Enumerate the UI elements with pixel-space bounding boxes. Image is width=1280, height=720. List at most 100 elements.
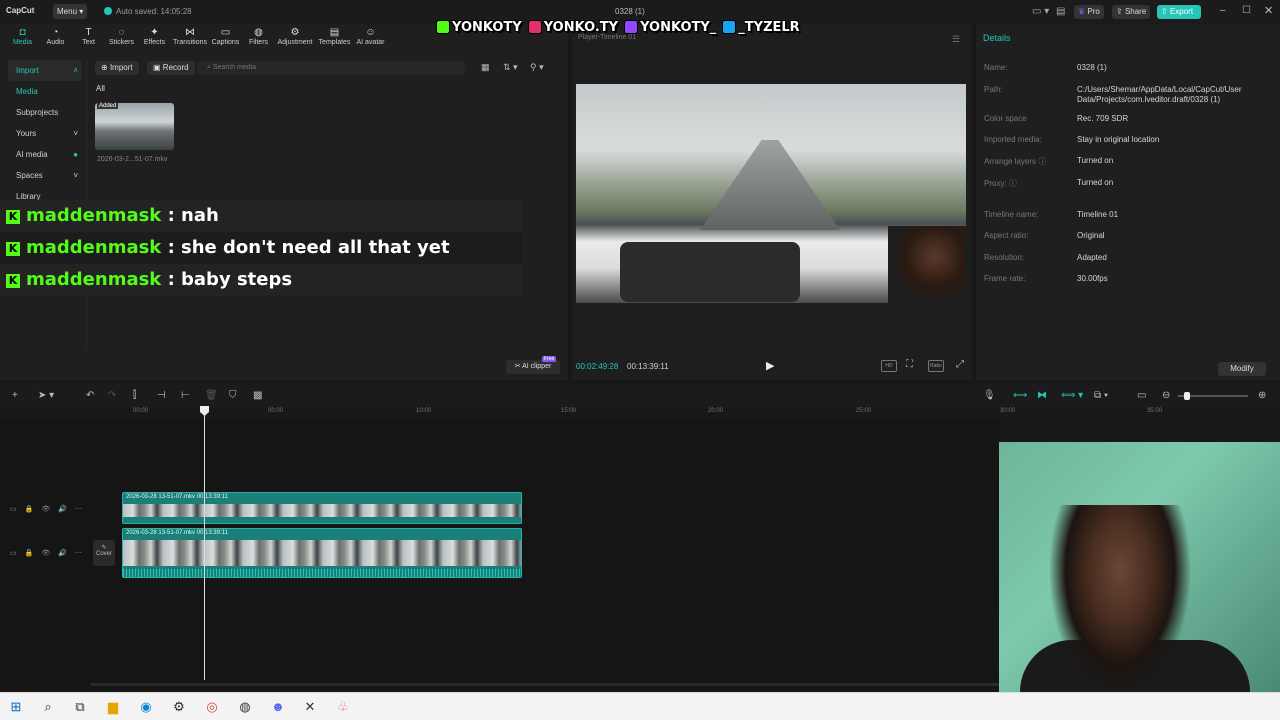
media-thumbnail[interactable]: Added bbox=[95, 103, 174, 150]
marker-icon[interactable]: ⛉ bbox=[229, 390, 237, 401]
ai-clipper-button[interactable]: ✂ AI clipper bbox=[506, 360, 560, 374]
nav-ai-media[interactable]: AI media ● bbox=[8, 144, 82, 165]
tool-tab-stickers[interactable]: ◌ Stickers bbox=[105, 27, 138, 46]
tool-tab-templates[interactable]: ▤ Templates bbox=[315, 27, 354, 46]
export-button[interactable]: ⇧ Export bbox=[1157, 5, 1201, 19]
tool-tab-media[interactable]: ◘ Media bbox=[6, 27, 39, 46]
maximize-icon[interactable]: ☐ bbox=[1242, 5, 1251, 16]
nav-spaces[interactable]: Spaces ˅ bbox=[8, 165, 82, 186]
nav-subprojects[interactable]: Subprojects bbox=[8, 102, 82, 123]
delete-icon[interactable]: 🗑 bbox=[205, 390, 218, 401]
audio-icon[interactable]: 🔊 bbox=[58, 549, 67, 557]
layout-icon[interactable]: ▭ ▾ bbox=[1028, 5, 1053, 19]
app-icon[interactable]: ♧ bbox=[335, 699, 351, 715]
grid-view-icon[interactable]: ▦ bbox=[481, 62, 490, 73]
video-clip[interactable]: 2026-03-28 13-51-07.mkv 00:13:39:11 bbox=[122, 492, 522, 524]
sort-icon[interactable]: ⇅ ▾ bbox=[503, 62, 518, 73]
caption-icon[interactable]: ▭ bbox=[1137, 390, 1146, 401]
fit-icon[interactable]: ⛶ bbox=[906, 359, 913, 370]
nav-import-label: Import bbox=[16, 66, 39, 75]
pro-button[interactable]: ♛ Pro bbox=[1074, 5, 1104, 19]
quality-icon[interactable]: HD bbox=[881, 360, 897, 372]
social-text: YONKOTY_ bbox=[640, 19, 717, 35]
record-button[interactable]: ▣ Record bbox=[147, 61, 195, 75]
crop-icon[interactable]: ▩ bbox=[253, 390, 262, 401]
tool-tab-audio[interactable]: ◔ Audio bbox=[39, 27, 72, 46]
zoom-out-icon[interactable]: ⊖ bbox=[1162, 390, 1170, 401]
fullscreen-icon[interactable]: ⤢ bbox=[956, 359, 964, 370]
cover-button[interactable]: ✎ Cover bbox=[93, 540, 115, 566]
details-panel bbox=[976, 24, 1280, 380]
video-streamer-cam bbox=[888, 226, 966, 303]
snap-icon[interactable]: ⧓ bbox=[1037, 390, 1047, 401]
track-thumb-icon[interactable]: ▭ bbox=[10, 549, 17, 557]
more-icon[interactable]: ⋯ bbox=[75, 505, 82, 513]
menu-icon[interactable]: ☰ bbox=[952, 34, 960, 45]
nav-yours[interactable]: Yours ˅ bbox=[8, 123, 82, 144]
tool-tab-filters[interactable]: ◍ Filters bbox=[242, 27, 275, 46]
ruler-tick: 00:00 bbox=[133, 408, 149, 414]
zoom-slider-handle[interactable] bbox=[1184, 392, 1190, 400]
eye-icon[interactable]: 👁 bbox=[41, 505, 50, 513]
filter-all[interactable]: All bbox=[96, 84, 105, 93]
split-left-icon[interactable]: ⊣ bbox=[157, 390, 166, 401]
social-text: YONKO.TY bbox=[543, 19, 619, 35]
capcut-icon[interactable]: ✕ bbox=[302, 699, 318, 715]
chrome-icon[interactable]: ◎ bbox=[204, 699, 220, 715]
ratio-icon[interactable]: Ratio bbox=[928, 360, 944, 372]
minimize-icon[interactable]: – bbox=[1220, 5, 1226, 16]
timeline-ruler[interactable]: 00:00 00:00 10:00 15:00 20:00 25:00 30:00 35:00 bbox=[90, 408, 1162, 420]
nav-import[interactable]: Import ˄ bbox=[8, 60, 82, 81]
search-taskbar-icon[interactable]: ⌕ bbox=[40, 699, 56, 715]
audio-icon[interactable]: 🔊 bbox=[58, 505, 67, 513]
discord-icon[interactable]: ☻ bbox=[270, 699, 286, 715]
zoom-in-icon[interactable]: ⊕ bbox=[1258, 390, 1266, 401]
redo-icon[interactable]: ↷ bbox=[108, 390, 116, 401]
filter-icon[interactable]: ⚲ ▾ bbox=[530, 62, 544, 73]
obs-icon[interactable]: ◍ bbox=[237, 699, 253, 715]
tool-tab-effects[interactable]: ✦ Effects bbox=[138, 27, 171, 46]
tool-tab-captions[interactable]: ▭ Captions bbox=[209, 27, 242, 46]
shortcuts-icon[interactable]: ▤ bbox=[1052, 5, 1069, 19]
play-icon[interactable]: ▶ bbox=[766, 360, 776, 372]
video-clip-main[interactable]: 2026-03-28 13-51-07.mkv 00:13:39:11 bbox=[122, 528, 522, 578]
split-icon[interactable]: ⫿ bbox=[133, 390, 136, 401]
file-explorer-icon[interactable]: ▆ bbox=[105, 699, 121, 715]
playhead[interactable] bbox=[204, 408, 205, 680]
add-track-icon[interactable]: + bbox=[12, 390, 18, 401]
close-icon[interactable]: ✕ bbox=[1264, 4, 1273, 17]
lock-icon[interactable]: 🔒 bbox=[25, 505, 34, 513]
share-label: Share bbox=[1124, 7, 1147, 16]
more-icon[interactable]: ⋯ bbox=[75, 549, 82, 557]
zoom-slider[interactable] bbox=[1178, 392, 1248, 400]
added-badge: Added bbox=[97, 103, 119, 109]
modify-button[interactable]: Modify bbox=[1218, 362, 1266, 376]
tool-tab-text[interactable]: T Text bbox=[72, 27, 105, 46]
task-view-icon[interactable]: ⧉ bbox=[72, 699, 88, 715]
timeline-scrollbar[interactable] bbox=[90, 683, 1000, 686]
microphone-icon[interactable]: 🎙 bbox=[983, 390, 996, 401]
tool-tab-transitions[interactable]: ⋈ Transitions bbox=[171, 27, 209, 46]
app-logo: CapCut bbox=[6, 6, 35, 15]
lock-icon[interactable]: 🔒 bbox=[25, 549, 34, 557]
detail-value: Timeline 01 bbox=[1077, 210, 1119, 219]
track-mode-icon[interactable]: ⧉ ▾ bbox=[1094, 390, 1108, 401]
tool-tab-ai-avatar[interactable]: ☺ AI avatar bbox=[354, 27, 387, 46]
link-icon[interactable]: ⟷ bbox=[1013, 390, 1027, 401]
preview-axis-icon[interactable]: ⟺ ▾ bbox=[1061, 390, 1083, 401]
social-handle: YONKO.TY bbox=[527, 12, 619, 42]
eye-icon[interactable]: 👁 bbox=[41, 549, 50, 557]
steam-icon[interactable]: ⚙ bbox=[171, 699, 187, 715]
edge-icon[interactable]: ◉ bbox=[138, 699, 154, 715]
split-right-icon[interactable]: ⊢ bbox=[181, 390, 190, 401]
search-input[interactable]: ⌕ Search media bbox=[197, 61, 465, 75]
tool-tab-adjustment[interactable]: ⚙ Adjustment bbox=[275, 27, 315, 46]
nav-media[interactable]: Media bbox=[8, 81, 82, 102]
menu-button[interactable]: Menu ▾ bbox=[53, 4, 87, 19]
share-button[interactable]: ⇪ Share bbox=[1112, 5, 1151, 19]
select-tool-icon[interactable]: ➤ ▾ bbox=[38, 390, 54, 401]
undo-icon[interactable]: ↶ bbox=[86, 390, 94, 401]
start-icon[interactable]: ⊞ bbox=[8, 699, 24, 715]
import-button[interactable]: ⊕ Import bbox=[95, 61, 139, 75]
track-thumb-icon[interactable]: ▭ bbox=[10, 505, 17, 513]
